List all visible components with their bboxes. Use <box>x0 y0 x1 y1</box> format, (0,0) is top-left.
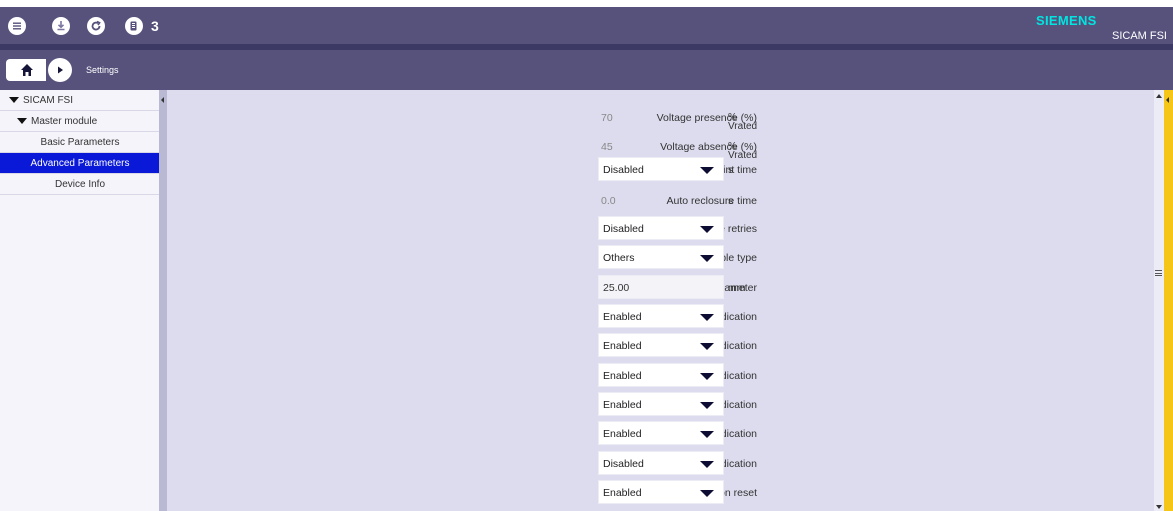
form-row-permanent-phase-fault: Permanent phase-fault indication Enabled <box>167 333 1154 359</box>
device-icon[interactable] <box>125 17 143 35</box>
menu-icon[interactable] <box>8 17 26 35</box>
auto-reclosure-time-value: 0.0 <box>601 195 616 207</box>
breadcrumb: Settings <box>86 65 119 75</box>
download-icon[interactable] <box>52 17 70 35</box>
sidebar-item-label: Basic Parameters <box>40 136 120 148</box>
scroll-up-icon[interactable] <box>1156 94 1162 98</box>
chevron-down-icon <box>700 431 714 438</box>
cable-diameter-input[interactable]: 25.00 <box>598 275 724 299</box>
select-value: Enabled <box>603 487 642 499</box>
navigation-bar: Settings <box>0 50 1173 90</box>
sidebar-item-advanced-parameters[interactable]: Advanced Parameters <box>0 153 160 174</box>
form-row-wireless-failure: Wireless failure indication Disabled <box>167 451 1154 477</box>
home-icon <box>21 64 33 76</box>
field-unit: s <box>728 164 734 176</box>
refresh-icon[interactable] <box>87 17 105 35</box>
voltage-absence-value: 45 <box>601 141 613 153</box>
product-name: SICAM FSI <box>1111 30 1167 42</box>
form-row-cable-type: Cable type Others <box>167 245 1154 271</box>
sidebar-item-sicam-fsi[interactable]: SICAM FSI <box>0 90 160 111</box>
select-value: Enabled <box>603 340 642 352</box>
sidebar-splitter[interactable] <box>159 90 167 511</box>
form-row-battery-low: Battery-low indication Enabled <box>167 421 1154 447</box>
cable-type-select[interactable]: Others <box>598 245 724 269</box>
form-row-cable-diameter: Cable diameter 25.00 mm <box>167 275 1154 301</box>
form-row-voltage-presence: Voltage presence (%) 70 % Vrated <box>167 105 1154 132</box>
chevron-down-icon <box>700 167 714 174</box>
scrollbar-grip-icon[interactable] <box>1155 270 1162 276</box>
voltage-presence-value: 70 <box>601 112 613 124</box>
chevron-down-icon <box>700 314 714 321</box>
form-row-voltage-restoration-reset: Voltage restoration reset Enabled <box>167 480 1154 506</box>
form-row-temporary-di-fault: Temporary DI-fault indication Enabled <box>167 363 1154 389</box>
collapse-sidebar-icon[interactable] <box>161 97 164 103</box>
home-button[interactable] <box>6 59 46 81</box>
field-unit: s <box>728 195 734 207</box>
expand-icon <box>17 118 27 124</box>
voltage-restoration-reset-select[interactable]: Enabled <box>598 480 724 504</box>
temporary-di-fault-select[interactable]: Enabled <box>598 363 724 387</box>
field-unit: mm <box>728 282 746 294</box>
notification-count: 3 <box>151 18 159 34</box>
play-icon <box>58 66 63 74</box>
sidebar-item-label: Device Info <box>54 178 106 190</box>
side-panel-tab[interactable] <box>1164 90 1173 511</box>
chevron-down-icon <box>700 226 714 233</box>
expand-panel-icon[interactable] <box>1166 97 1169 103</box>
input-value: 25.00 <box>603 282 630 294</box>
select-value: Disabled <box>603 458 644 470</box>
forward-button[interactable] <box>48 58 72 82</box>
select-value: Disabled <box>603 164 644 176</box>
chevron-down-icon <box>700 461 714 468</box>
field-unit: % Vrated <box>728 112 758 132</box>
select-value: Others <box>603 252 635 264</box>
select-value: Disabled <box>603 223 644 235</box>
form-row-auto-reclosure-time: Auto reclosure time 0.0 s <box>167 188 1154 214</box>
form-row-temporary-phase-fault: Temporary phase-fault indication Enabled <box>167 304 1154 330</box>
expand-icon <box>9 97 19 103</box>
battery-low-select[interactable]: Enabled <box>598 421 724 445</box>
top-toolbar: 3 SIEMENS SICAM FSI <box>0 7 1173 44</box>
form-row-inrush-restraint-time: Inrush restraint time Disabled s <box>167 157 1154 183</box>
permanent-phase-fault-select[interactable]: Enabled <box>598 333 724 357</box>
chevron-down-icon <box>700 402 714 409</box>
form-row-permanent-di-fault: Permanent DI-fault indication Enabled <box>167 392 1154 418</box>
sidebar-item-label: Advanced Parameters <box>30 157 130 169</box>
sidebar-item-label: SICAM FSI <box>23 94 74 106</box>
main-scrollbar[interactable] <box>1154 90 1164 511</box>
siemens-logo: SIEMENS <box>1036 13 1097 28</box>
field-label: Auto reclosure time <box>666 195 757 207</box>
form-row-auto-reclosure-retries: Auto reclosure retries Disabled <box>167 216 1154 242</box>
temporary-phase-fault-select[interactable]: Enabled <box>598 304 724 328</box>
sidebar-item-label: Master module <box>31 115 98 127</box>
chevron-down-icon <box>700 343 714 350</box>
select-value: Enabled <box>603 399 642 411</box>
sidebar-item-device-info[interactable]: Device Info <box>0 174 160 195</box>
inrush-restraint-time-select[interactable]: Disabled <box>598 157 724 181</box>
select-value: Enabled <box>603 311 642 323</box>
sidebar-item-master-module[interactable]: Master module <box>0 111 160 132</box>
permanent-di-fault-select[interactable]: Enabled <box>598 392 724 416</box>
wireless-failure-select[interactable]: Disabled <box>598 451 724 475</box>
select-value: Enabled <box>603 370 642 382</box>
select-value: Enabled <box>603 428 642 440</box>
scroll-down-icon[interactable] <box>1156 505 1162 509</box>
auto-reclosure-retries-select[interactable]: Disabled <box>598 216 724 240</box>
chevron-down-icon <box>700 255 714 262</box>
chevron-down-icon <box>700 490 714 497</box>
sidebar-item-basic-parameters[interactable]: Basic Parameters <box>0 132 160 153</box>
chevron-down-icon <box>700 373 714 380</box>
sidebar-tree: SICAM FSI Master module Basic Parameters… <box>0 90 160 511</box>
advanced-parameters-form: Voltage presence (%) 70 % Vrated Voltage … <box>167 90 1154 511</box>
